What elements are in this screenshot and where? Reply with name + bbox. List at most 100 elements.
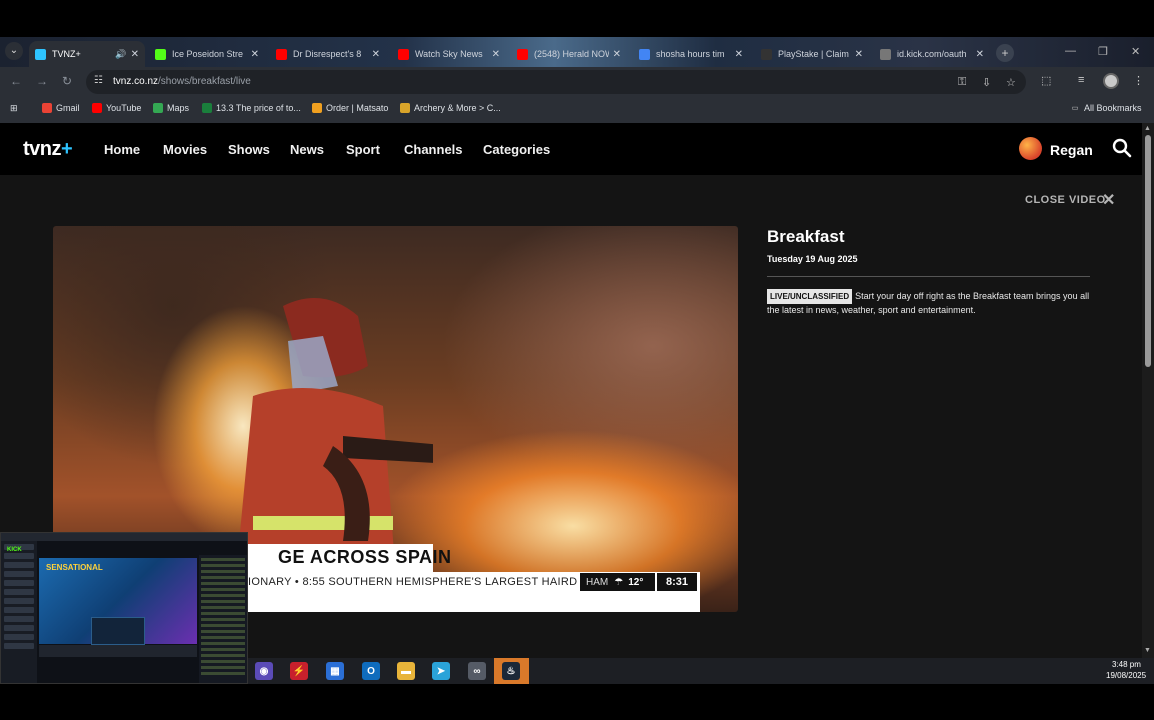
tab-search-button[interactable]: ⌄ xyxy=(5,42,23,60)
show-date: Tuesday 19 Aug 2025 xyxy=(767,254,858,264)
apps-grid-icon[interactable]: ⊞ xyxy=(10,103,18,114)
tab-close-icon[interactable]: ✕ xyxy=(372,49,380,60)
system-date[interactable]: 19/08/2025 xyxy=(1106,671,1146,680)
broadcast-clock: 8:31 xyxy=(657,573,697,591)
youtube-icon xyxy=(92,103,102,113)
folder-icon[interactable]: ▬ xyxy=(397,662,415,680)
stream-preview-overlay[interactable]: KICK SENSATIONAL xyxy=(0,532,248,684)
app-icon[interactable]: ◉ xyxy=(255,662,273,680)
tab-7[interactable]: id.kick.com/oauth ✕ xyxy=(874,41,990,67)
screen: ⌄ TVNZ+ 🔊 ✕ Ice Poseidon Stre ✕ Dr Disrespect… xyxy=(0,0,1154,720)
browser-toolbar: ← → ↻ ☷ tvnz.co.nz/shows/breakfast/live … xyxy=(0,67,1154,97)
tab-close-icon[interactable]: ✕ xyxy=(855,49,863,60)
logo-plus: + xyxy=(61,138,73,160)
youtube-icon xyxy=(398,48,409,60)
media-control-icon[interactable]: ≡ xyxy=(1078,74,1084,86)
reload-icon[interactable]: ↻ xyxy=(62,74,72,88)
shop-icon xyxy=(312,103,322,113)
audio-icon[interactable]: 🔊 xyxy=(115,49,126,60)
lightning-icon[interactable]: ⚡ xyxy=(290,662,308,680)
tvnz-logo[interactable]: tvnz+ xyxy=(23,138,73,161)
bookmark-label: YouTube xyxy=(106,103,142,113)
user-name[interactable]: Regan xyxy=(1050,142,1093,158)
minimize-icon[interactable]: — xyxy=(1065,45,1076,57)
tab-6[interactable]: PlayStake | Claim ✕ xyxy=(755,41,869,67)
nav-item-channels[interactable]: Channels xyxy=(404,142,463,157)
tab-label: (2548) Herald NOW xyxy=(534,49,609,59)
bookmark-item[interactable]: Archery & More > C... xyxy=(400,103,501,113)
tab-close-icon[interactable]: ✕ xyxy=(492,49,500,60)
bookmark-label: 13.3 The price of to... xyxy=(216,103,301,113)
archery-icon xyxy=(400,103,410,113)
news-icon xyxy=(202,103,212,113)
new-tab-button[interactable]: + xyxy=(996,44,1014,62)
show-title: Breakfast xyxy=(767,227,845,246)
tab-close-icon[interactable]: ✕ xyxy=(251,49,259,60)
tab-label: Ice Poseidon Stre xyxy=(172,49,244,59)
tab-close-icon[interactable]: ✕ xyxy=(613,49,621,60)
bookmarks-bar: ⊞ Gmail YouTube Maps 13.3 The price of to..… xyxy=(0,97,1154,123)
tab-close-icon[interactable]: ✕ xyxy=(131,49,139,60)
all-bookmarks-button[interactable]: ▭ All Bookmarks xyxy=(1070,103,1142,113)
tab-3[interactable]: Watch Sky News ✕ xyxy=(392,41,506,67)
user-avatar[interactable] xyxy=(1019,137,1042,160)
install-app-icon[interactable]: ⇩ xyxy=(982,76,991,89)
store-icon[interactable]: ▦ xyxy=(326,662,344,680)
telegram-icon[interactable]: ➤ xyxy=(432,662,450,680)
nav-item-categories[interactable]: Categories xyxy=(483,142,550,157)
page-scrollbar[interactable]: ▲ ▼ xyxy=(1142,123,1154,658)
site-info-icon[interactable]: ☷ xyxy=(94,75,103,86)
maps-icon xyxy=(153,103,163,113)
extensions-icon[interactable]: ⬚ xyxy=(1041,74,1051,87)
close-window-icon[interactable]: ✕ xyxy=(1131,45,1140,58)
google-icon xyxy=(639,48,650,60)
ticker-text: IONARY • 8:55 SOUTHERN HEMISPHERE'S LARG… xyxy=(248,576,578,588)
bookmark-star-icon[interactable]: ☆ xyxy=(1006,76,1016,89)
password-key-icon[interactable]: ⚿ xyxy=(958,76,966,89)
overlay-titlebar xyxy=(1,533,247,541)
back-icon[interactable]: ← xyxy=(10,74,22,88)
tab-close-icon[interactable]: ✕ xyxy=(976,49,984,60)
show-description: LIVE/UNCLASSIFIED Start your day off righ… xyxy=(767,289,1097,317)
scroll-up-icon[interactable]: ▲ xyxy=(1144,125,1151,132)
classification-badge: LIVE/UNCLASSIFIED xyxy=(767,289,853,304)
link-icon[interactable]: ∞ xyxy=(468,662,486,680)
bookmark-item[interactable]: Maps xyxy=(153,103,189,113)
search-icon[interactable] xyxy=(1112,138,1132,158)
close-icon[interactable]: ✕ xyxy=(1102,190,1115,210)
outlook-icon[interactable]: O xyxy=(362,662,380,680)
steam-icon[interactable]: ♨ xyxy=(502,662,520,680)
tab-1[interactable]: Ice Poseidon Stre ✕ xyxy=(149,41,265,67)
scroll-thumb[interactable] xyxy=(1145,135,1151,367)
url-text[interactable]: tvnz.co.nz/shows/breakfast/live xyxy=(113,76,251,87)
game-title: SENSATIONAL xyxy=(46,563,103,572)
tab-close-icon[interactable]: ✕ xyxy=(735,49,743,60)
close-video-button[interactable]: CLOSE VIDEO xyxy=(1025,194,1106,206)
bookmark-label: Maps xyxy=(167,103,190,113)
restore-icon[interactable]: ❐ xyxy=(1098,45,1108,58)
system-time[interactable]: 3:48 pm xyxy=(1112,660,1141,669)
nav-item-movies[interactable]: Movies xyxy=(163,142,207,157)
nav-item-home[interactable]: Home xyxy=(104,142,140,157)
bookmark-item[interactable]: Gmail xyxy=(42,103,80,113)
scroll-down-icon[interactable]: ▼ xyxy=(1144,647,1151,654)
gmail-icon xyxy=(42,103,52,113)
playstake-icon xyxy=(761,48,772,60)
bookmark-item[interactable]: Order | Matsato xyxy=(312,103,388,113)
forward-icon[interactable]: → xyxy=(36,74,48,88)
nav-item-shows[interactable]: Shows xyxy=(228,142,270,157)
nav-item-sport[interactable]: Sport xyxy=(346,142,380,157)
tab-2[interactable]: Dr Disrespect's 8 ✕ xyxy=(270,41,386,67)
tab-4[interactable]: (2548) Herald NOW ✕ xyxy=(511,41,627,67)
bookmark-item[interactable]: YouTube xyxy=(92,103,141,113)
tab-5[interactable]: shosha hours tim ✕ xyxy=(633,41,749,67)
address-bar[interactable]: ☷ tvnz.co.nz/shows/breakfast/live ⚿ ⇩ ☆ xyxy=(86,70,1026,94)
profile-avatar-icon[interactable] xyxy=(1103,73,1119,89)
weather-location: HAM xyxy=(586,576,609,588)
bookmark-label: Order | Matsato xyxy=(326,103,389,113)
tab-0[interactable]: TVNZ+ 🔊 ✕ xyxy=(29,41,145,67)
nav-item-news[interactable]: News xyxy=(290,142,324,157)
menu-kebab-icon[interactable]: ⋮ xyxy=(1133,74,1144,87)
bookmark-item[interactable]: 13.3 The price of to... xyxy=(202,103,301,113)
tab-label: Dr Disrespect's 8 xyxy=(293,49,362,59)
